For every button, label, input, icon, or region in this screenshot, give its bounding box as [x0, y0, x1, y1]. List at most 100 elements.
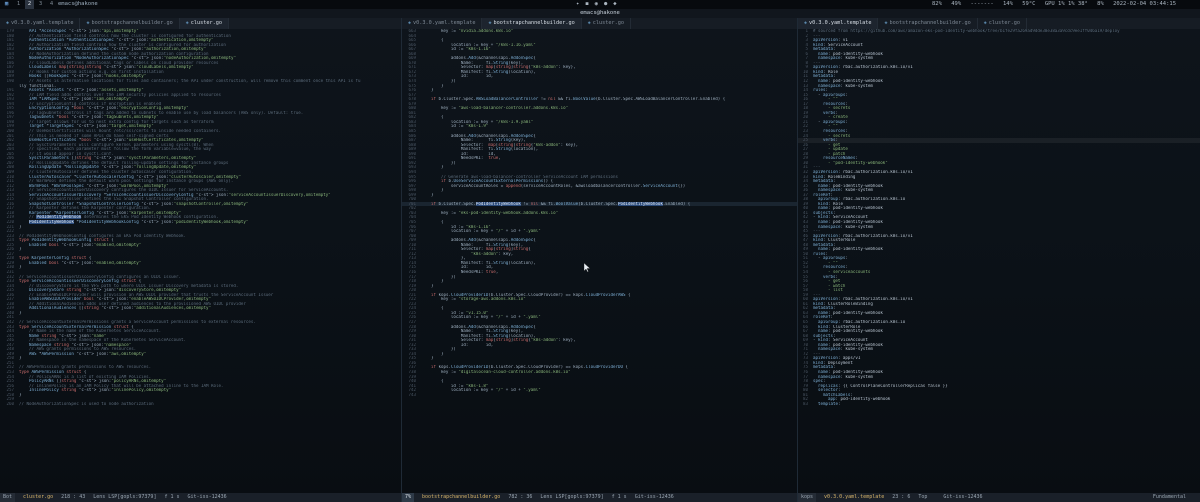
- line-text: ClusterAutoscaler *ClusterAutoscalerConf…: [28, 174, 244, 179]
- editor-pane-yaml-template[interactable]: ◈ v0.3.0.yaml.template ◈ bootstrapchannelbu…: [798, 18, 1200, 502]
- line-text: API *AccessSpec "c-st">`json:"api,omitem…: [28, 29, 142, 33]
- app-launcher-icon[interactable]: ▦: [2, 0, 11, 9]
- tab-bar: ◈ v0.3.0.yaml.template ◈ bootstrapchannelbu…: [402, 18, 797, 29]
- line-text: app: pod-identity-webhook: [827, 397, 891, 402]
- tray-icons[interactable]: ✦ ◼ ◉ ● ◆: [570, 0, 617, 9]
- line-text: verbs:: [822, 274, 838, 279]
- line-text: addons.Add(&channelsapi.AddonSpec{: [421, 324, 536, 329]
- line-text: }: [19, 247, 22, 252]
- line-text: // it would appear in sysctl.conf.: [28, 151, 114, 156]
- line-text: Enabled bool "c-st">`json:"enabled,omite…: [28, 260, 144, 265]
- line-text: Name: fi.String(key),: [421, 329, 524, 334]
- line-text: }): [421, 79, 456, 84]
- cpu-readout: 82%: [932, 1, 942, 7]
- tab-bootstrapchannelbuilder-go[interactable]: ◈ bootstrapchannelbuilder.go: [80, 18, 180, 29]
- line-number: 190: [6, 79, 14, 84]
- line-text: }): [421, 160, 456, 165]
- modeline-lsp-status: Lens LSP[gopls:97379]: [93, 494, 157, 500]
- line-text: Id: id,: [421, 342, 494, 347]
- tray-app-icon[interactable]: ✦: [576, 1, 579, 7]
- modeline-cursor-position: 218 : 43: [61, 494, 86, 500]
- line-text: - get: [813, 279, 841, 284]
- tab-v0-3-0-yaml-template[interactable]: ◈ v0.3.0.yaml.template: [402, 18, 483, 29]
- line-text: - apiGroups:: [813, 119, 848, 124]
- line-text: serviceAccountRoles = append(serviceAcco…: [421, 183, 686, 188]
- code-line: 83 template:: [798, 402, 1200, 407]
- editor-pane-bootstrapchannelbuilder[interactable]: ◈ v0.3.0.yaml.template ◈ bootstrapchannelbu…: [402, 18, 798, 502]
- modeline-buffer-name: bootstrapchannelbuilder.go: [422, 494, 501, 500]
- line-text: location := key + "/" + id + ".yaml": [421, 388, 541, 393]
- tray-app-icon[interactable]: ◆: [613, 1, 616, 7]
- line-text: }: [421, 83, 444, 88]
- line-text: // ClusterAutoscaler defines the cluster…: [28, 169, 194, 174]
- tab-v0-3-0-yaml-template[interactable]: ◈ v0.3.0.yaml.template: [798, 18, 879, 29]
- workspace-2[interactable]: 2: [25, 0, 34, 9]
- editor-pane-cluster-go[interactable]: ◈ v0.3.0.yaml.template ◈ bootstrapchannelbu…: [0, 18, 402, 502]
- line-text: // IAM field adds control over the IAM s…: [28, 92, 221, 97]
- line-text: }: [19, 310, 22, 315]
- tab-cluster-go[interactable]: ◈ cluster.go: [978, 18, 1027, 29]
- code-buffer[interactable]: 179 API *AccessSpec "c-st">`json:"api,om…: [0, 29, 401, 493]
- line-text: // UseHostCertificates will mount /etc/s…: [28, 129, 221, 134]
- line-text: kind: Role: [818, 201, 843, 206]
- modeline-major-mode: Fundamental: [1152, 494, 1186, 500]
- line-text: kind: ClusterRole: [813, 238, 856, 243]
- tab-bootstrapchannelbuilder-go[interactable]: ◈ bootstrapchannelbuilder.go: [482, 18, 582, 29]
- line-text: // specified, each parameter must follow…: [28, 147, 211, 152]
- line-text: // ServiceAccountIssuerDiscovery configu…: [28, 188, 229, 193]
- file-icon: ◈: [804, 20, 808, 26]
- line-text: name: pod-identity-webhook: [818, 342, 883, 347]
- line-text: // Authorization field controls how the …: [28, 42, 226, 47]
- tab-bar: ◈ v0.3.0.yaml.template ◈ bootstrapchannelbu…: [0, 18, 401, 29]
- line-text: NeedsPKI: true,: [421, 156, 501, 161]
- line-text: // SysctlParameters will configure kerne…: [28, 142, 214, 147]
- line-text: apiGroup: rbac.authorization.k8s.io: [818, 320, 906, 324]
- line-text: - secrets: [813, 106, 851, 111]
- tab-label: bootstrapchannelbuilder.go: [493, 20, 575, 26]
- line-text: - update: [813, 147, 848, 152]
- taskbar-app-emacs[interactable]: emacs@hakone: [58, 0, 98, 9]
- line-text: rules:: [813, 251, 828, 256]
- tab-label: bootstrapchannelbuilder.go: [91, 20, 173, 26]
- line-text: ---: [813, 33, 821, 38]
- tray-app-icon[interactable]: ◉: [595, 1, 598, 7]
- line-text: - patch: [813, 151, 846, 156]
- workspace-1[interactable]: 1: [14, 0, 23, 9]
- line-text: // Assets is alternative locations for f…: [28, 79, 361, 84]
- line-text: // PolicyARNs is a list of existing IAM …: [28, 374, 152, 379]
- line-text: metadata:: [813, 74, 836, 79]
- line-text: namespace: kube-system: [818, 347, 873, 352]
- code-buffer[interactable]: 1 # sourced from https://github.com/aws/a…: [798, 29, 1200, 493]
- line-text: // NodeAuthorization defined the custom …: [28, 51, 209, 56]
- line-text: // InlinePolicy is an IAM Policy that wi…: [28, 383, 224, 388]
- workspace-3[interactable]: 3: [36, 0, 45, 9]
- line-text: subjects:: [813, 333, 836, 338]
- line-text: ---: [813, 292, 821, 297]
- modeline-position-indicator: kops: [798, 493, 817, 502]
- line-text: }: [19, 265, 22, 270]
- line-text: Id: id,: [421, 151, 496, 156]
- tab-cluster-go[interactable]: ◈ cluster.go: [582, 18, 631, 29]
- line-text: addons.Add(&channelsapi.AddonSpec{: [421, 238, 536, 243]
- line-text: key := "nvidia.addons.k8s.io": [421, 29, 514, 33]
- tray-app-icon[interactable]: ◼: [585, 1, 588, 7]
- tray-app-icon[interactable]: ●: [604, 1, 607, 7]
- line-text: matchLabels:: [822, 392, 853, 397]
- tab-bootstrapchannelbuilder-go[interactable]: ◈ bootstrapchannelbuilder.go: [878, 18, 978, 29]
- code-buffer[interactable]: 663 key := "nvidia.addons.k8s.io" 664 665 …: [402, 29, 797, 493]
- line-text: Manifest: fi.String(location),: [421, 260, 536, 265]
- workspace-4[interactable]: 4: [47, 0, 56, 9]
- line-text: name: pod-identity-webhook: [818, 310, 883, 315]
- tab-cluster-go[interactable]: ◈ cluster.go: [179, 18, 229, 29]
- tab-v0-3-0-yaml-template[interactable]: ◈ v0.3.0.yaml.template: [0, 18, 81, 29]
- line-text: namespace: kube-system: [818, 224, 873, 229]
- line-text: DiscoveryStore string "c-st">`json:"disc…: [28, 288, 184, 293]
- line-text: Name: fi.String(key),: [421, 242, 524, 247]
- line-text: name: pod-identity-webhook: [818, 219, 883, 224]
- status-readouts: 82% 49% ------- 14% 59°C GPU 1% 1% 38° 8…: [926, 0, 1176, 9]
- line-text: // Hooks for custom actions e.g. on firs…: [28, 69, 164, 74]
- line-text: // ServiceAccountIssuerDiscoveryConfig c…: [19, 274, 182, 279]
- line-text: Selector: map[string]string{"k8s-addon":…: [421, 338, 576, 343]
- line-text: // EnableAWSOIDCProvider will provision …: [28, 292, 274, 297]
- line-number: 743: [408, 392, 416, 397]
